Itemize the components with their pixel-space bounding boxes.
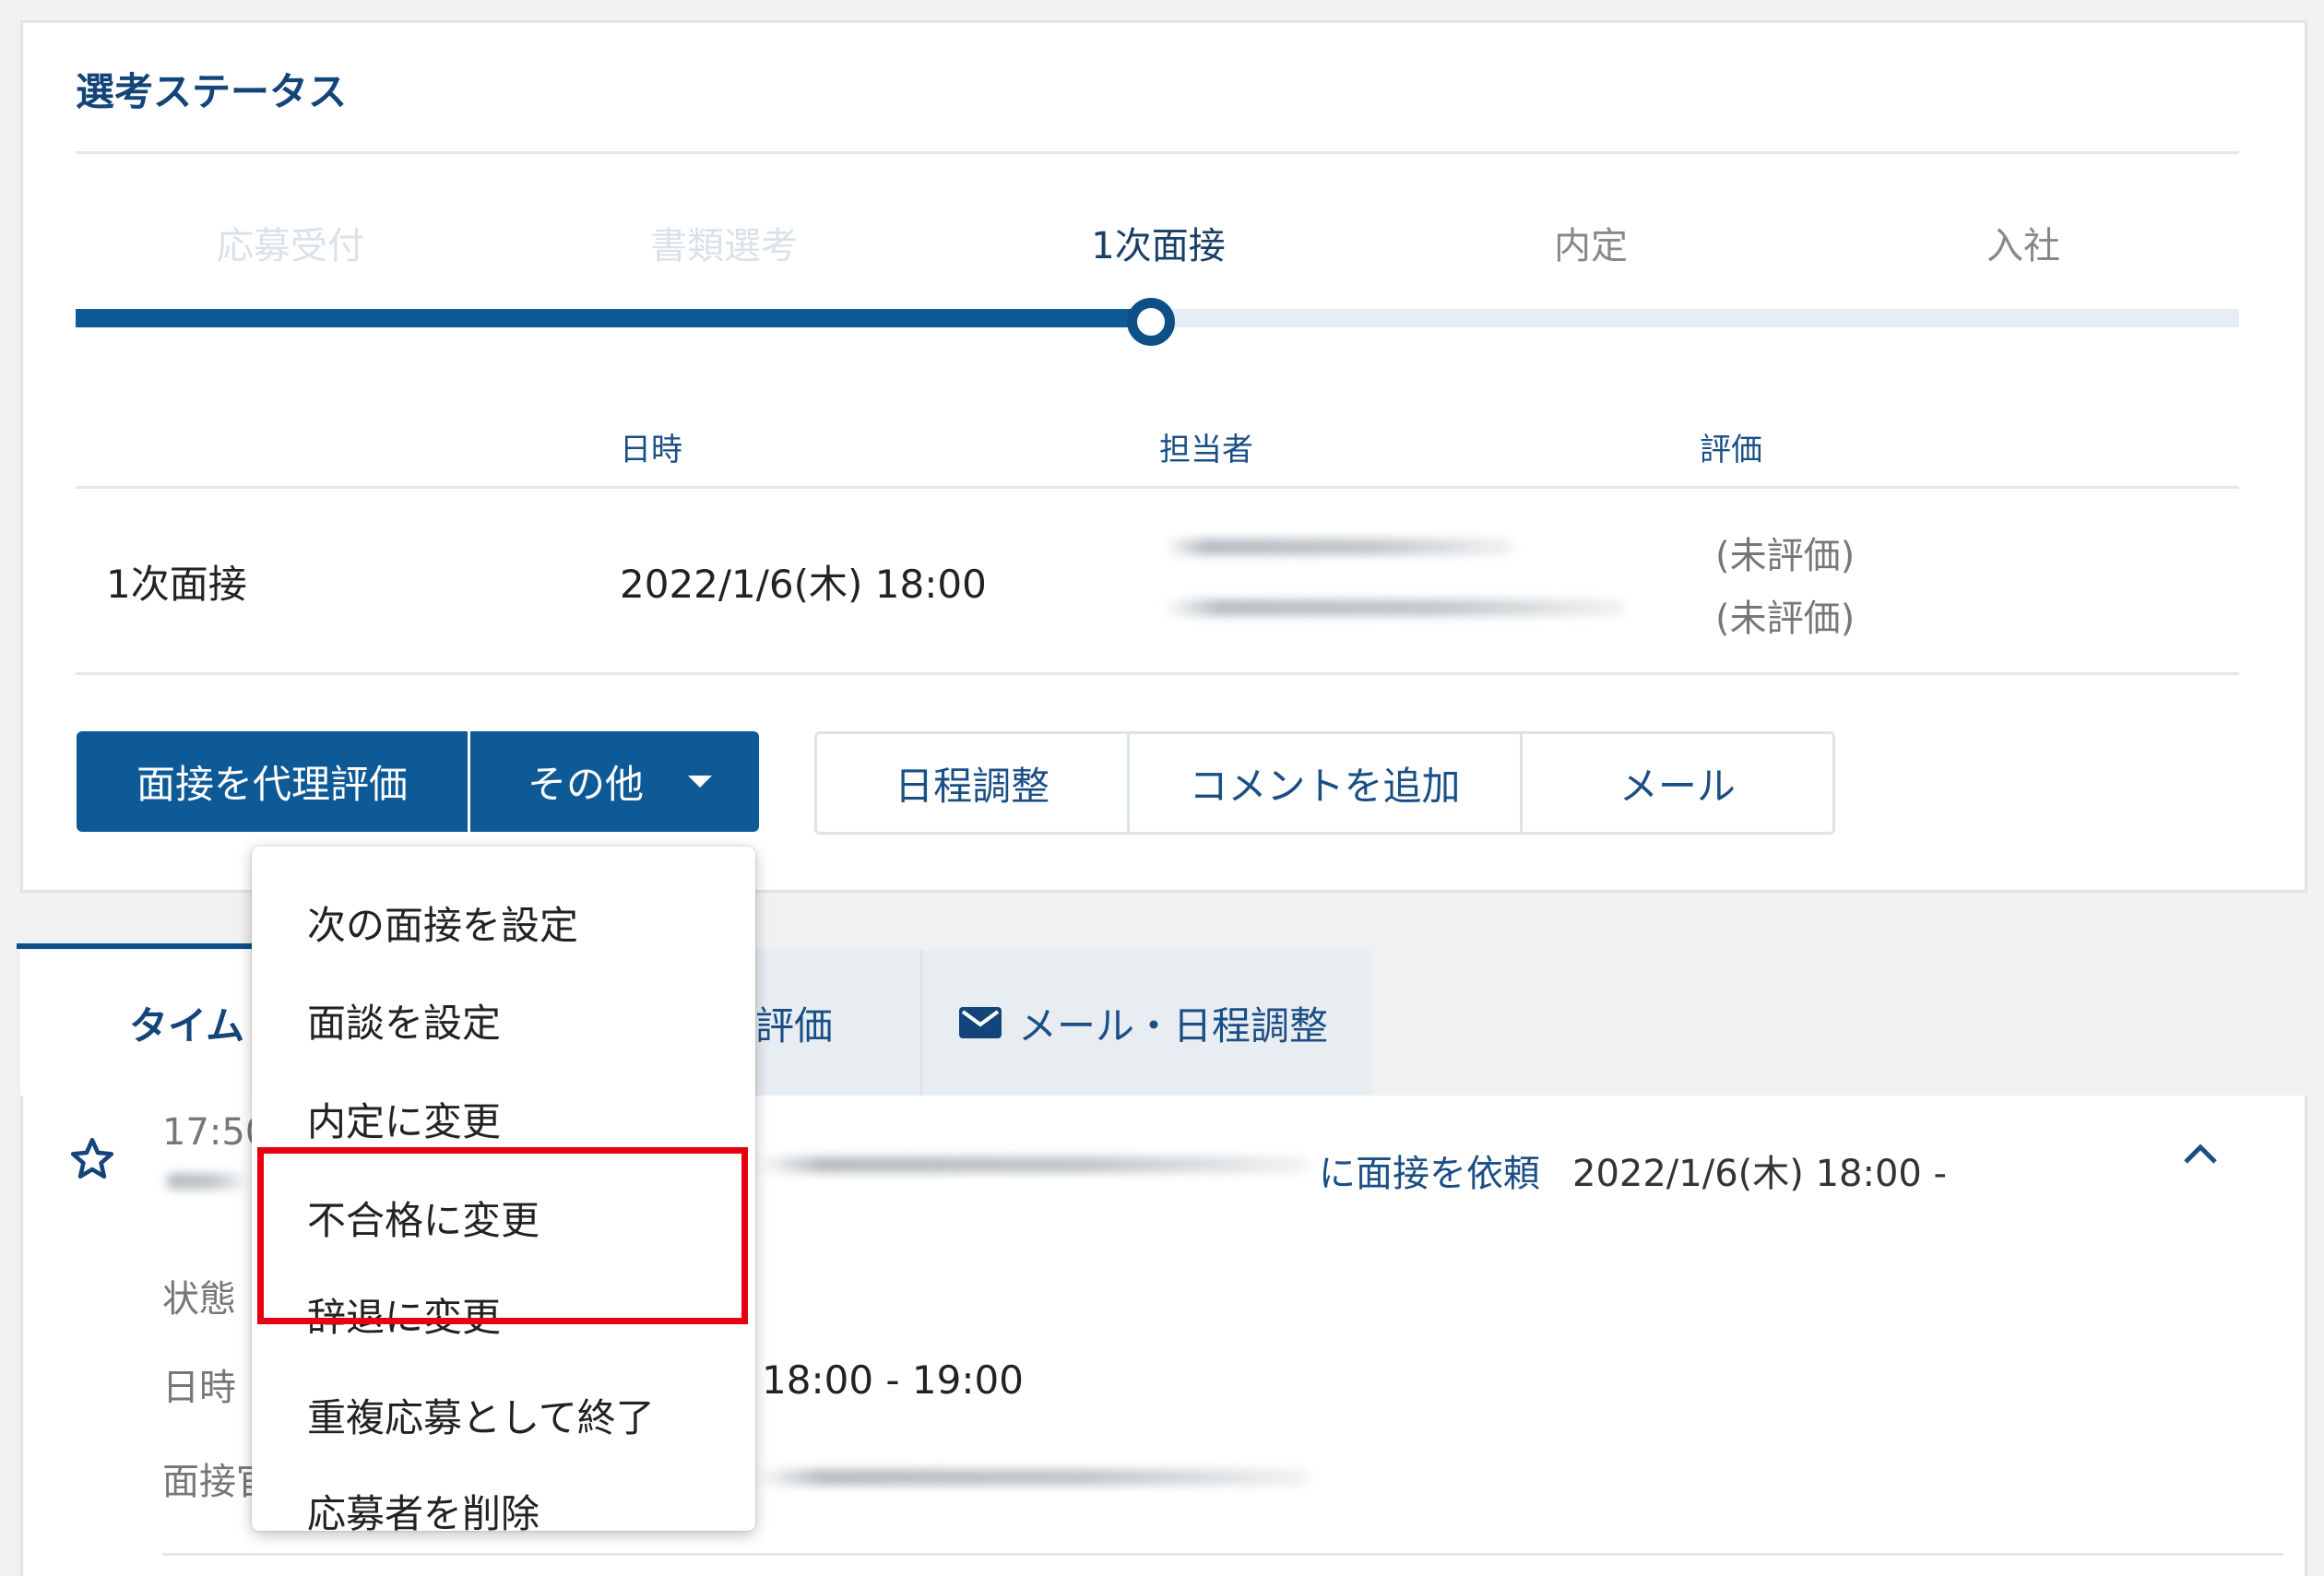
- status-label: 状態: [162, 1278, 236, 1321]
- tab-timeline[interactable]: タイム: [20, 950, 251, 1096]
- column-header-datetime: 日時: [620, 432, 682, 468]
- redacted-text: [756, 1156, 1310, 1173]
- menu-item-end-as-duplicate[interactable]: 重複応募として終了: [307, 1387, 655, 1443]
- interview-request-datetime: 2022/1/6(木) 18:00 -: [1572, 1153, 1947, 1195]
- mail-icon: [959, 1007, 1002, 1038]
- evaluation-value: (未評価): [1715, 535, 1856, 577]
- tab-mail-schedule-label: メール・日程調整: [1018, 1002, 1329, 1049]
- row-stage: 1次面接: [106, 562, 247, 607]
- datetime-label: 日時: [162, 1367, 236, 1409]
- tab-evaluation[interactable]: 評価: [755, 950, 918, 1096]
- step-label-applied: 応募受付: [217, 225, 364, 267]
- redacted-text: [756, 1469, 1310, 1486]
- column-header-assignee: 担当者: [1159, 432, 1253, 468]
- progress-current-marker: [1127, 298, 1175, 346]
- tab-mail-schedule[interactable]: メール・日程調整: [919, 950, 1372, 1096]
- evaluation-value: (未評価): [1715, 598, 1856, 640]
- action-button-group: 日程調整 コメントを追加 メール: [814, 731, 1835, 835]
- menu-item-delete-applicant[interactable]: 応募者を削除: [307, 1483, 540, 1539]
- other-button-label: その他: [528, 762, 645, 807]
- schedule-button[interactable]: 日程調整: [817, 734, 1131, 832]
- divider: [76, 151, 2239, 154]
- column-header-evaluation: 評価: [1700, 432, 1762, 468]
- caret-down-icon: [688, 775, 713, 788]
- row-datetime: 2022/1/6(木) 18:00: [620, 562, 987, 607]
- active-tab-indicator: [17, 943, 252, 949]
- highlight-box: [257, 1147, 748, 1324]
- other-dropdown-button[interactable]: その他: [470, 731, 759, 832]
- progress-fill: [76, 309, 1151, 327]
- tab-evaluation-label: 評価: [755, 1002, 834, 1049]
- divider: [76, 672, 2239, 675]
- add-comment-button[interactable]: コメントを追加: [1130, 734, 1523, 832]
- menu-item-set-meeting[interactable]: 面談を設定: [307, 992, 501, 1049]
- assignee-redacted: [1164, 539, 1514, 555]
- menu-item-change-to-offer[interactable]: 内定に変更: [307, 1091, 501, 1147]
- section-title: 選考ステータス: [76, 69, 348, 114]
- tab-timeline-label: タイム: [129, 1002, 245, 1049]
- assignee-redacted: [1164, 599, 1625, 616]
- interview-time-range: 18:00 - 19:00: [762, 1357, 1024, 1403]
- step-label-offer: 内定: [1554, 225, 1628, 267]
- star-icon[interactable]: [68, 1136, 116, 1182]
- step-label-joined: 入社: [1986, 225, 2060, 267]
- step-label-document-screening: 書類選考: [650, 225, 798, 267]
- interview-request-text: に面接を依頼: [1319, 1153, 1540, 1195]
- divider: [162, 1553, 2283, 1556]
- step-label-first-interview: 1次面接: [1091, 225, 1226, 267]
- proxy-evaluate-button[interactable]: 面接を代理評価: [77, 731, 468, 832]
- chevron-up-icon[interactable]: [2182, 1142, 2219, 1166]
- mail-button[interactable]: メール: [1522, 734, 1832, 832]
- divider: [76, 486, 2239, 489]
- menu-item-set-next-interview[interactable]: 次の面接を設定: [307, 895, 578, 951]
- redacted-text: [162, 1173, 245, 1190]
